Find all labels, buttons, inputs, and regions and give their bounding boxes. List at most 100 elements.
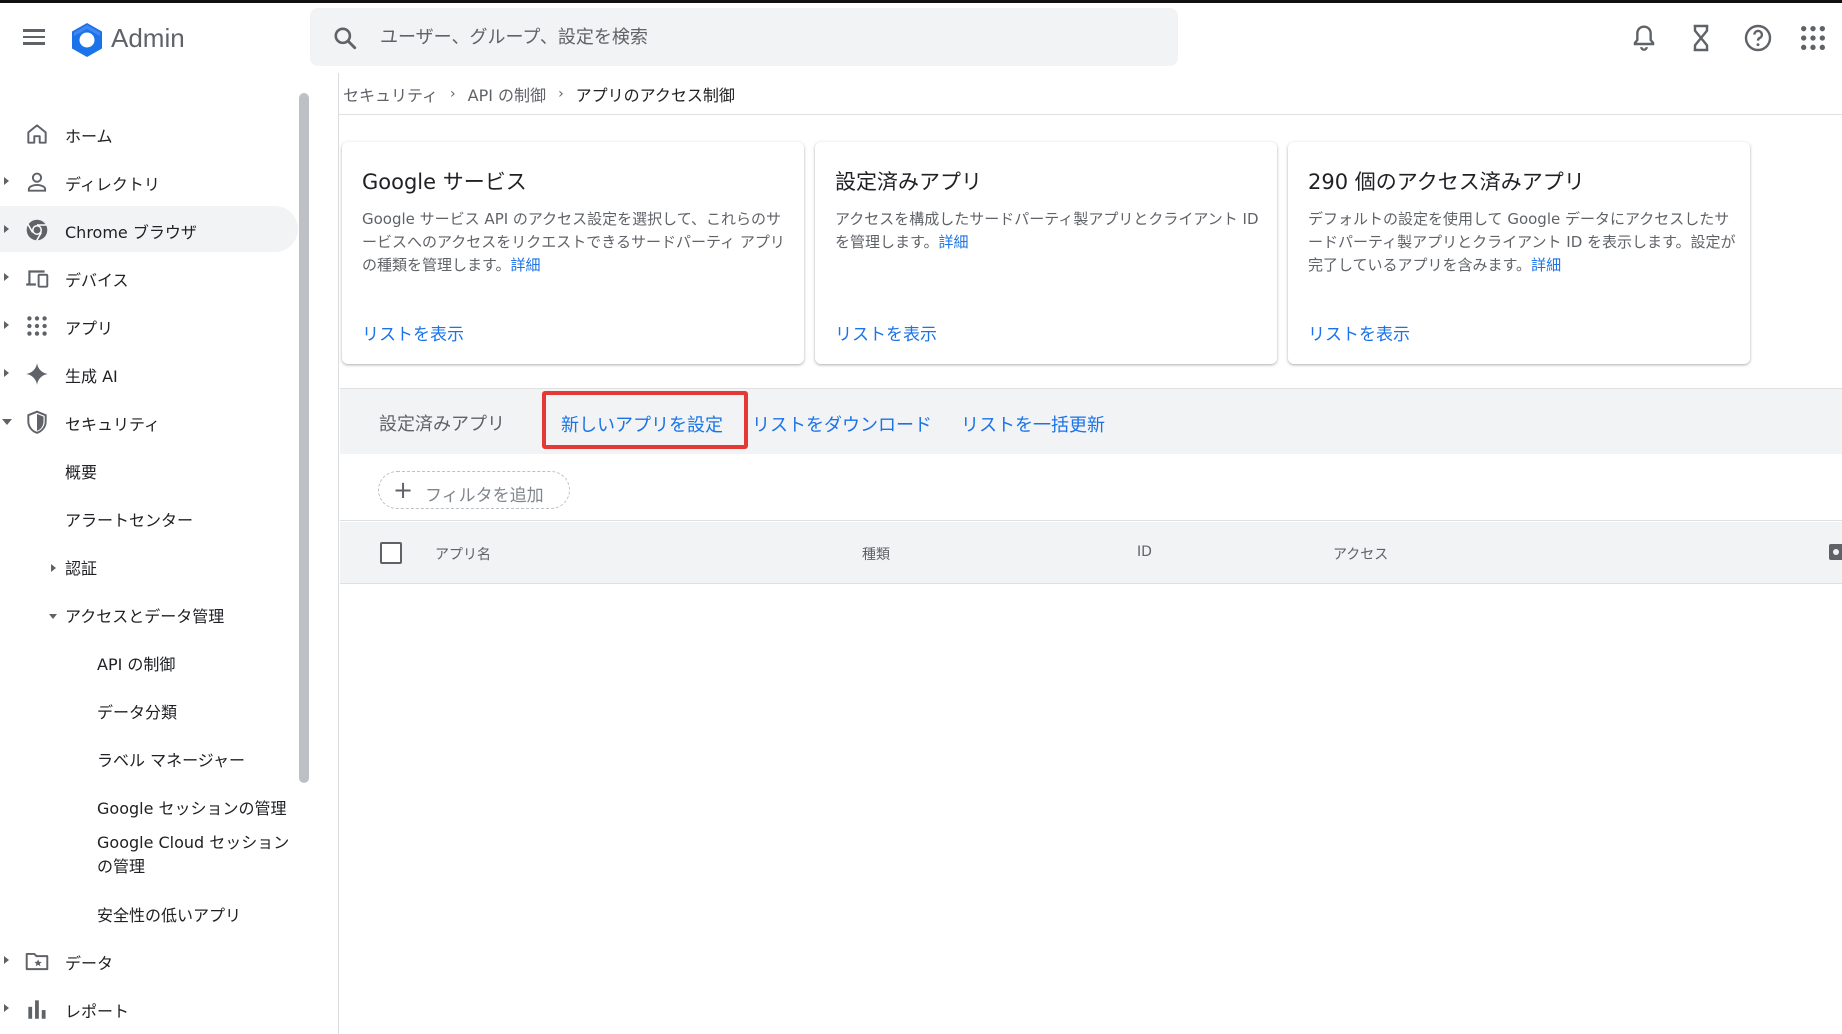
- download-list-button[interactable]: リストをダウンロード: [752, 411, 932, 437]
- sidebar-item-label-manager[interactable]: ラベル マネージャー: [0, 741, 280, 777]
- shield-icon: [27, 410, 47, 434]
- sidebar-item-label: 安全性の低いアプリ: [97, 906, 242, 925]
- sidebar-item-label: 概要: [65, 463, 98, 482]
- card-description: デフォルトの設定を使用して Google データにアクセスしたサードパーティ製ア…: [1308, 208, 1738, 277]
- sidebar-item-google-session[interactable]: Google セッションの管理: [0, 789, 287, 825]
- card-title: 290 個のアクセス済みアプリ: [1308, 170, 1585, 194]
- details-link[interactable]: 詳細: [939, 233, 969, 251]
- expand-arrow-icon[interactable]: [4, 225, 9, 233]
- sidebar-item-label: 認証: [65, 559, 98, 578]
- breadcrumb-separator-icon: ›: [450, 86, 456, 102]
- menu-icon-bar: [23, 29, 45, 32]
- sidebar-item-data[interactable]: データ: [0, 937, 298, 983]
- sidebar-item-authentication[interactable]: 認証: [0, 549, 280, 585]
- expand-arrow-icon[interactable]: [4, 177, 9, 185]
- sidebar-item-label: ホーム: [65, 127, 113, 146]
- sidebar-item-label: Google セッションの管理: [97, 799, 287, 818]
- sidebar-item-label: セキュリティ: [65, 415, 161, 434]
- hourglass-tasks-icon[interactable]: [1685, 22, 1717, 54]
- sidebar-item-label: レポート: [65, 1002, 130, 1021]
- apps-launcher-icon[interactable]: [1797, 22, 1829, 54]
- view-list-link[interactable]: リストを表示: [362, 320, 464, 345]
- notifications-bell-icon[interactable]: [1628, 22, 1660, 54]
- card-description-text: アクセスを構成したサードパーティ製アプリとクライアント ID を管理します。: [835, 210, 1259, 251]
- sidebar-item-label: データ: [65, 954, 114, 973]
- sidebar-item-label: の管理: [97, 857, 146, 876]
- collapse-arrow-icon[interactable]: [2, 419, 12, 425]
- expand-arrow-icon[interactable]: [4, 956, 9, 964]
- bulk-update-list-button[interactable]: リストを一括更新: [961, 411, 1105, 437]
- expand-arrow-icon[interactable]: [51, 564, 56, 572]
- search-input[interactable]: [380, 8, 1160, 66]
- search-bar[interactable]: [310, 8, 1178, 66]
- breadcrumb-api-controls[interactable]: API の制御: [468, 82, 546, 106]
- breadcrumb-security[interactable]: セキュリティ: [343, 82, 438, 106]
- menu-icon-bar: [23, 35, 45, 38]
- sidebar-item-label: ディレクトリ: [65, 175, 160, 194]
- search-icon[interactable]: [332, 25, 358, 51]
- card-description-text: Google サービス API のアクセス設定を選択して、これらのサービスへのア…: [362, 210, 785, 274]
- apps-grid-icon: [27, 316, 47, 336]
- person-icon: [27, 172, 47, 192]
- sidebar-item-overview[interactable]: 概要: [0, 453, 280, 489]
- chrome-icon: [26, 219, 48, 241]
- sidebar-item-reports[interactable]: レポート: [0, 985, 298, 1031]
- sidebar-item-label: 生成 AI: [65, 367, 118, 386]
- admin-logo-icon: [72, 23, 102, 57]
- column-header-id[interactable]: ID: [1137, 544, 1152, 560]
- bar-chart-icon: [28, 1000, 46, 1019]
- card-configured-apps: 設定済みアプリ アクセスを構成したサードパーティ製アプリとクライアント ID を…: [815, 142, 1277, 364]
- collapse-arrow-icon[interactable]: [49, 614, 57, 619]
- sidebar-item-alert-center[interactable]: アラートセンター: [0, 501, 280, 537]
- expand-arrow-icon[interactable]: [4, 369, 9, 377]
- sidebar-item-less-secure-apps[interactable]: 安全性の低いアプリ: [0, 896, 280, 932]
- expand-arrow-icon[interactable]: [4, 1004, 9, 1012]
- add-filter-button[interactable]: + フィルタを追加: [378, 471, 570, 509]
- sidebar-item-data-classification[interactable]: データ分類: [0, 693, 280, 729]
- sidebar-item-google-cloud-session[interactable]: Google Cloud セッション の管理: [0, 831, 289, 887]
- main-menu-button[interactable]: [20, 25, 48, 53]
- help-icon[interactable]: [1742, 22, 1774, 54]
- expand-arrow-icon[interactable]: [4, 321, 9, 329]
- breadcrumb-current: アプリのアクセス制御: [575, 86, 735, 105]
- app-title[interactable]: Admin: [111, 23, 185, 54]
- column-header-type[interactable]: 種類: [862, 544, 890, 564]
- sidebar-item-apps[interactable]: アプリ: [0, 302, 298, 348]
- card-title: Google サービス: [362, 170, 527, 194]
- sidebar-item-api-controls[interactable]: API の制御: [0, 645, 280, 681]
- card-title: 設定済みアプリ: [835, 170, 982, 194]
- column-header-access[interactable]: アクセス: [1333, 544, 1388, 564]
- expand-arrow-icon[interactable]: [4, 273, 9, 281]
- view-list-link[interactable]: リストを表示: [835, 320, 937, 345]
- sidebar-nav: ホーム ディレクトリ Chrome ブラウザ デバイス アプリ 生成 AI セキ…: [0, 73, 310, 1034]
- highlight-box: [542, 391, 748, 449]
- sidebar-item-security[interactable]: セキュリティ: [0, 398, 298, 444]
- breadcrumb: セキュリティ › API の制御 › アプリのアクセス制御: [343, 82, 735, 106]
- plus-icon: +: [393, 476, 414, 504]
- toolbar-title: 設定済みアプリ: [379, 414, 505, 435]
- select-all-checkbox[interactable]: [380, 542, 402, 564]
- table-body: [340, 585, 1842, 1034]
- card-description: アクセスを構成したサードパーティ製アプリとクライアント ID を管理します。詳細: [835, 208, 1265, 254]
- sidebar-item-home[interactable]: ホーム: [0, 110, 298, 156]
- divider: [339, 114, 1842, 115]
- sidebar-item-gen-ai[interactable]: 生成 AI: [0, 350, 298, 396]
- breadcrumb-separator-icon: ›: [558, 86, 564, 102]
- sparkle-icon: [26, 363, 48, 385]
- sidebar-item-directory[interactable]: ディレクトリ: [0, 158, 298, 204]
- sidebar-item-chrome[interactable]: Chrome ブラウザ: [0, 206, 298, 252]
- details-link[interactable]: 詳細: [511, 256, 541, 274]
- view-list-link[interactable]: リストを表示: [1308, 320, 1410, 345]
- column-settings-icon[interactable]: [1828, 542, 1842, 562]
- home-icon: [27, 124, 47, 144]
- sidebar-item-label: アラートセンター: [65, 511, 194, 530]
- column-header-app-name[interactable]: アプリ名: [435, 544, 491, 564]
- sidebar-item-devices[interactable]: デバイス: [0, 254, 298, 300]
- add-filter-label: フィルタを追加: [425, 486, 544, 506]
- details-link[interactable]: 詳細: [1531, 256, 1561, 274]
- sidebar-scrollbar[interactable]: [299, 93, 309, 783]
- card-accessed-apps: 290 個のアクセス済みアプリ デフォルトの設定を使用して Google データ…: [1288, 142, 1750, 364]
- sidebar-item-access-data-control[interactable]: アクセスとデータ管理: [0, 597, 280, 633]
- app-header: Admin: [0, 3, 1842, 73]
- card-description-text: デフォルトの設定を使用して Google データにアクセスしたサードパーティ製ア…: [1308, 210, 1736, 274]
